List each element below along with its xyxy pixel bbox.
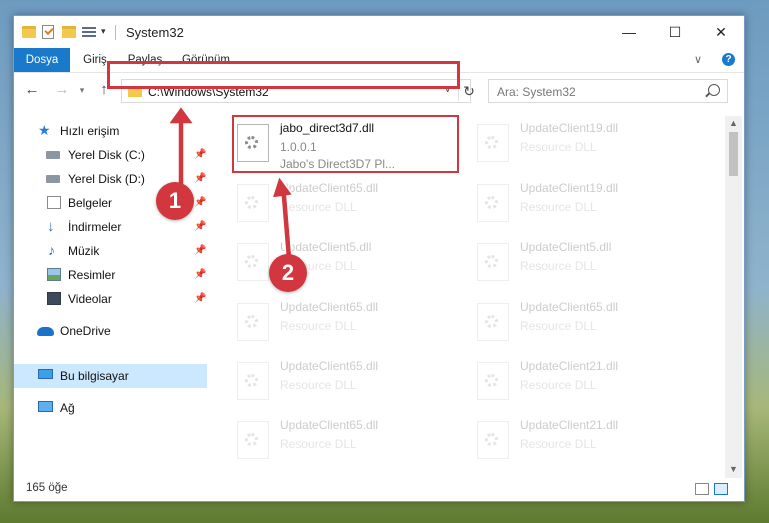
arrow-to-address-bar	[166, 104, 196, 187]
arrow-to-file	[270, 174, 295, 259]
annotation-arrows	[166, 104, 295, 259]
step-1-badge: 1	[156, 182, 194, 220]
step-2-badge: 2	[269, 254, 307, 292]
